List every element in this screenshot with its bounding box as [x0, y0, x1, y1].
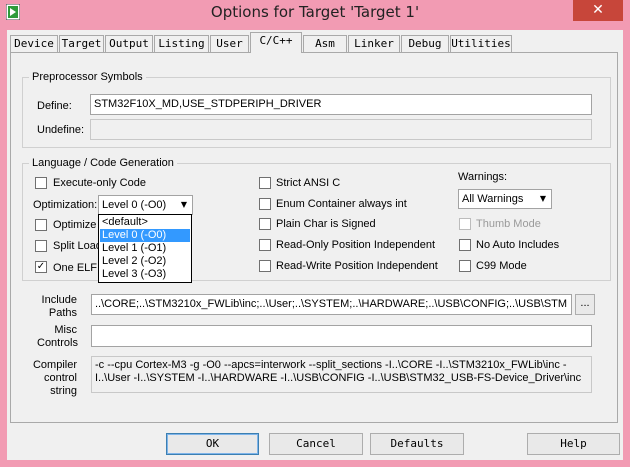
compiler-string-label-line3: string [50, 385, 77, 397]
execute-only-label: Execute-only Code [53, 177, 146, 189]
dropdown-option-level1[interactable]: Level 1 (-O1) [100, 242, 190, 255]
one-elf-label: One ELF [53, 262, 98, 274]
optimize-time-label: Optimize f [53, 219, 103, 231]
optimization-dropdown-list: <default> Level 0 (-O0) Level 1 (-O1) Le… [98, 214, 192, 283]
dropdown-option-level3[interactable]: Level 3 (-O3) [100, 268, 190, 281]
language-group-title: Language / Code Generation [29, 156, 177, 170]
tab-linker[interactable]: Linker [348, 35, 400, 52]
no-auto-includes-checkbox[interactable] [459, 239, 471, 251]
dropdown-option-level2[interactable]: Level 2 (-O2) [100, 255, 190, 268]
c99-mode-checkbox[interactable] [459, 260, 471, 272]
help-button[interactable]: Help [527, 433, 620, 455]
compiler-string-label: Compiler control string [32, 359, 77, 398]
tab-c-cpp[interactable]: C/C++ [250, 32, 302, 53]
strict-ansi-label: Strict ANSI C [276, 177, 341, 189]
rwpi-checkbox[interactable] [259, 260, 271, 272]
rwpi-label: Read-Write Position Independent [276, 260, 438, 272]
include-paths-label: Include Paths [37, 294, 77, 320]
tab-device[interactable]: Device [10, 35, 58, 52]
split-load-label: Split Load [53, 240, 102, 252]
misc-controls-label: Misc Controls [37, 324, 78, 350]
window-title: Options for Target 'Target 1' [210, 3, 420, 21]
optimization-label: Optimization: [33, 199, 98, 211]
thumb-mode-label: Thumb Mode [476, 218, 541, 230]
tab-debug[interactable]: Debug [401, 35, 449, 52]
split-load-checkbox[interactable] [35, 240, 47, 252]
define-field[interactable]: STM32F10X_MD,USE_STDPERIPH_DRIVER [90, 94, 592, 115]
warnings-select-value: All Warnings [462, 193, 524, 205]
define-label: Define: [37, 100, 72, 112]
tab-output[interactable]: Output [105, 35, 153, 52]
c99-mode-label: C99 Mode [476, 260, 527, 272]
browse-button[interactable]: ... [575, 294, 595, 315]
close-icon: ✕ [592, 2, 604, 18]
one-elf-checkbox[interactable]: ✓ [35, 261, 47, 273]
optimization-select-value: Level 0 (-O0) [102, 199, 167, 211]
compiler-string-label-line1: Compiler [32, 359, 77, 371]
enum-container-checkbox[interactable] [259, 198, 271, 210]
dropdown-option-level0[interactable]: Level 0 (-O0) [100, 229, 190, 242]
enum-container-label: Enum Container always int [276, 198, 407, 210]
optimize-time-checkbox[interactable] [35, 219, 47, 231]
compiler-string-label-line2: control [43, 372, 77, 384]
no-auto-includes-label: No Auto Includes [476, 239, 560, 251]
plain-char-label: Plain Char is Signed [276, 218, 376, 230]
preprocessor-group-title: Preprocessor Symbols [29, 70, 146, 84]
dropdown-option-default[interactable]: <default> [100, 216, 190, 229]
close-button[interactable]: ✕ [573, 0, 623, 21]
strict-ansi-checkbox[interactable] [259, 177, 271, 189]
undefine-label: Undefine: [37, 124, 85, 136]
plain-char-checkbox[interactable] [259, 218, 271, 230]
misc-controls-label-line2: Controls [37, 337, 78, 349]
tab-asm[interactable]: Asm [303, 35, 347, 52]
ropi-label: Read-Only Position Independent [276, 239, 435, 251]
include-paths-field[interactable]: ..\CORE;..\STM3210x_FWLib\inc;..\User;..… [91, 294, 572, 315]
warnings-label: Warnings: [458, 171, 508, 183]
tab-utilities[interactable]: Utilities [450, 35, 512, 52]
compiler-string-field[interactable]: -c --cpu Cortex-M3 -g -O0 --apcs=interwo… [91, 356, 592, 393]
optimization-select[interactable]: Level 0 (-O0) ▼ [98, 195, 193, 215]
tab-target[interactable]: Target [59, 35, 104, 52]
chevron-down-icon[interactable]: ▼ [535, 190, 551, 208]
execute-only-checkbox[interactable] [35, 177, 47, 189]
dialog-body: Device Target Output Listing User C/C++ … [7, 30, 623, 460]
include-paths-label-line2: Paths [48, 307, 77, 319]
defaults-button[interactable]: Defaults [370, 433, 464, 455]
tab-listing[interactable]: Listing [154, 35, 209, 52]
misc-controls-field[interactable] [91, 325, 592, 347]
thumb-mode-checkbox[interactable] [459, 218, 471, 230]
undefine-field[interactable] [90, 119, 592, 140]
ok-button[interactable]: OK [166, 433, 259, 455]
warnings-select[interactable]: All Warnings ▼ [458, 189, 552, 209]
tab-user[interactable]: User [210, 35, 249, 52]
check-icon: ✓ [36, 261, 46, 272]
misc-controls-label-line1: Misc [54, 324, 77, 336]
ropi-checkbox[interactable] [259, 239, 271, 251]
cancel-button[interactable]: Cancel [269, 433, 363, 455]
include-paths-label-line1: Include [41, 294, 77, 306]
chevron-down-icon[interactable]: ▼ [176, 196, 192, 214]
